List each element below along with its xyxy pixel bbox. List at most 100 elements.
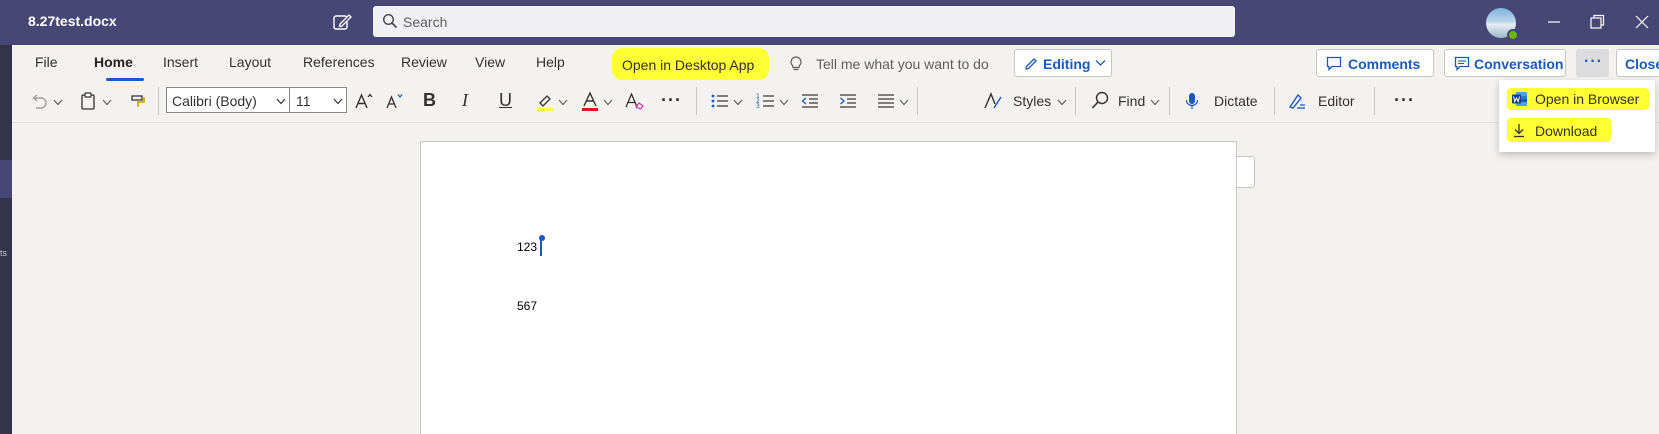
font-color-chevron-down-icon[interactable] bbox=[603, 99, 613, 106]
document-page[interactable] bbox=[420, 141, 1237, 434]
tab-insert[interactable]: Insert bbox=[163, 54, 198, 70]
more-font-options-icon[interactable]: ··· bbox=[661, 89, 682, 111]
chevron-down-icon bbox=[276, 98, 286, 105]
svg-text:3: 3 bbox=[756, 103, 760, 110]
find-icon[interactable] bbox=[1089, 90, 1111, 112]
tab-review[interactable]: Review bbox=[401, 54, 447, 70]
editing-mode-button[interactable]: Editing bbox=[1014, 49, 1112, 77]
underline-button[interactable]: U bbox=[499, 89, 512, 111]
align-chevron-down-icon[interactable] bbox=[899, 99, 909, 106]
restore-icon[interactable] bbox=[1586, 11, 1608, 33]
highlight-icon[interactable] bbox=[534, 90, 556, 112]
word-icon bbox=[1512, 92, 1527, 106]
styles-chevron-down-icon[interactable] bbox=[1057, 99, 1067, 106]
open-in-desktop-app-button[interactable]: Open in Desktop App bbox=[612, 48, 769, 80]
font-color-icon[interactable] bbox=[579, 90, 601, 112]
download-icon bbox=[1514, 124, 1524, 138]
toolbar-divider bbox=[158, 87, 159, 115]
app-rail-label: ts bbox=[0, 248, 8, 258]
undo-chevron-down-icon[interactable] bbox=[53, 99, 63, 106]
avatar[interactable] bbox=[1486, 8, 1519, 41]
chevron-down-icon bbox=[1095, 60, 1106, 66]
bold-button[interactable]: B bbox=[423, 89, 436, 111]
document-title: 8.27test.docx bbox=[28, 13, 117, 29]
paste-chevron-down-icon[interactable] bbox=[102, 99, 112, 106]
app-rail: ts bbox=[0, 45, 12, 434]
more-options-icon: ··· bbox=[1584, 53, 1603, 70]
document-paragraph[interactable]: 567 bbox=[517, 299, 537, 313]
tell-me-search[interactable]: Tell me what you want to do bbox=[816, 56, 989, 72]
chat-icon bbox=[1454, 56, 1470, 71]
font-name-select[interactable]: Calibri (Body) bbox=[166, 87, 290, 113]
comment-icon bbox=[1326, 56, 1342, 71]
close-button[interactable]: Close bbox=[1616, 49, 1659, 77]
highlight-chevron-down-icon[interactable] bbox=[558, 99, 568, 106]
find-chevron-down-icon[interactable] bbox=[1150, 99, 1160, 106]
tab-help[interactable]: Help bbox=[536, 54, 565, 70]
shrink-font-icon[interactable] bbox=[383, 90, 405, 112]
styles-icon[interactable] bbox=[982, 90, 1004, 112]
text-cursor bbox=[540, 240, 542, 256]
align-icon[interactable] bbox=[875, 90, 897, 112]
close-window-icon[interactable] bbox=[1631, 11, 1653, 33]
toolbar-divider bbox=[696, 87, 697, 115]
clipboard-icon[interactable] bbox=[77, 90, 99, 112]
page-side-tab bbox=[1237, 156, 1255, 188]
menu-item-open-in-browser[interactable]: Open in Browser bbox=[1507, 88, 1649, 110]
more-options-menu: Open in Browser Download bbox=[1499, 80, 1655, 152]
ribbon: File Home Insert Layout References Revie… bbox=[12, 45, 1659, 123]
document-paragraph[interactable]: 123 bbox=[517, 240, 537, 254]
compose-icon[interactable] bbox=[331, 11, 353, 33]
lightbulb-icon bbox=[790, 56, 802, 71]
increase-indent-icon[interactable] bbox=[837, 90, 859, 112]
undo-icon[interactable] bbox=[28, 90, 50, 112]
tab-view[interactable]: View bbox=[475, 54, 505, 70]
toolbar-divider bbox=[1374, 87, 1375, 115]
download-label: Download bbox=[1535, 123, 1598, 139]
tab-layout[interactable]: Layout bbox=[229, 54, 271, 70]
styles-button[interactable]: Styles bbox=[1013, 93, 1051, 109]
conversation-button[interactable]: Conversation bbox=[1444, 49, 1566, 77]
numbering-icon[interactable]: 1 2 3 bbox=[755, 90, 777, 112]
active-tab-indicator bbox=[106, 78, 144, 81]
decrease-indent-icon[interactable] bbox=[799, 90, 821, 112]
grow-font-icon[interactable] bbox=[353, 90, 375, 112]
search-input[interactable]: Search bbox=[373, 6, 1235, 37]
comments-label: Comments bbox=[1348, 56, 1421, 72]
menu-item-download[interactable]: Download bbox=[1507, 118, 1611, 142]
format-painter-icon[interactable] bbox=[127, 90, 149, 112]
editor-button[interactable]: Editor bbox=[1318, 93, 1355, 109]
toolbar-divider bbox=[1075, 87, 1076, 115]
dictate-button[interactable]: Dictate bbox=[1214, 93, 1258, 109]
close-label: Close bbox=[1625, 56, 1659, 72]
title-bar: 8.27test.docx Search bbox=[0, 0, 1659, 45]
tab-references[interactable]: References bbox=[303, 54, 375, 70]
toolbar-divider bbox=[917, 87, 918, 115]
font-size-select[interactable]: 11 bbox=[289, 87, 347, 113]
editor-icon[interactable] bbox=[1286, 90, 1308, 112]
presence-status-icon bbox=[1507, 29, 1519, 41]
tab-home[interactable]: Home bbox=[94, 54, 133, 70]
font-size-value: 11 bbox=[296, 93, 311, 109]
italic-button[interactable]: I bbox=[462, 89, 468, 111]
tab-file[interactable]: File bbox=[35, 54, 58, 70]
pencil-icon bbox=[1025, 58, 1037, 70]
more-options-button[interactable]: ··· bbox=[1576, 49, 1609, 77]
find-button[interactable]: Find bbox=[1118, 93, 1145, 109]
comments-button[interactable]: Comments bbox=[1316, 49, 1434, 77]
app-rail-active-marker bbox=[0, 160, 12, 198]
open-in-desktop-app-label: Open in Desktop App bbox=[622, 57, 755, 73]
chevron-down-icon bbox=[333, 98, 343, 105]
bullets-chevron-down-icon[interactable] bbox=[733, 99, 743, 106]
toolbar-divider bbox=[1274, 87, 1275, 115]
bullets-icon[interactable] bbox=[709, 90, 731, 112]
conversation-label: Conversation bbox=[1474, 56, 1564, 72]
microphone-icon[interactable] bbox=[1181, 90, 1203, 112]
font-name-value: Calibri (Body) bbox=[172, 93, 257, 109]
minimize-icon[interactable] bbox=[1543, 11, 1565, 33]
clear-formatting-icon[interactable] bbox=[623, 90, 645, 112]
numbering-chevron-down-icon[interactable] bbox=[779, 99, 789, 106]
search-placeholder: Search bbox=[403, 14, 448, 30]
more-commands-icon[interactable]: ··· bbox=[1394, 89, 1415, 111]
editing-label: Editing bbox=[1043, 56, 1091, 72]
